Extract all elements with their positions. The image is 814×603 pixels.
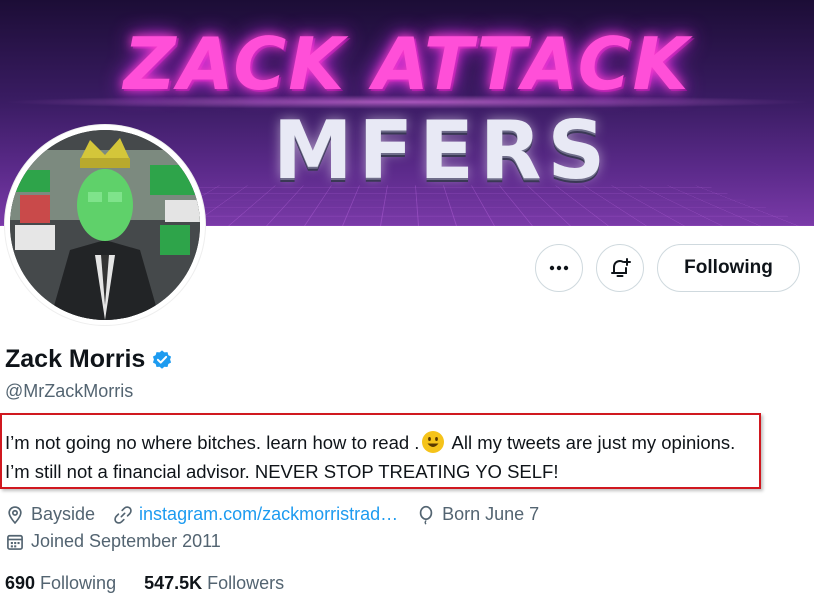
follow-stats: 690 Following 547.5K Followers	[5, 573, 284, 594]
following-stat-label: Following	[40, 573, 117, 593]
display-name: Zack Morris	[5, 345, 146, 373]
balloon-icon	[419, 505, 433, 525]
following-stat[interactable]: 690 Following	[5, 573, 116, 594]
location: Bayside	[5, 504, 95, 525]
join-date: Joined September 2011	[5, 531, 221, 552]
followers-stat[interactable]: 547.5K Followers	[144, 573, 284, 594]
smiley-emoji-icon	[422, 431, 445, 453]
user-handle: @MrZackMorris	[5, 381, 134, 401]
join-date-text: Joined September 2011	[31, 531, 221, 551]
profile-meta-row-2: Joined September 2011	[5, 531, 239, 552]
location-text: Bayside	[31, 504, 96, 524]
followers-stat-label: Followers	[207, 573, 285, 593]
following-count: 690	[5, 573, 36, 593]
more-icon	[549, 265, 569, 271]
location-icon	[8, 505, 22, 524]
avatar-image	[10, 130, 200, 320]
calendar-icon	[7, 534, 23, 550]
bio: I’m not going no where bitches. learn ho…	[5, 428, 757, 486]
bio-text-part1: I’m not going no where bitches. learn ho…	[5, 432, 420, 453]
notification-bell-icon	[611, 258, 631, 277]
profile-meta-row: Bayside instagram.com/zackmorristrad… Bo…	[5, 504, 557, 525]
avatar[interactable]	[5, 125, 205, 325]
website[interactable]: instagram.com/zackmorristrad…	[113, 504, 398, 525]
birthday: Born June 7	[416, 504, 539, 525]
more-button[interactable]	[535, 244, 583, 292]
notifications-button[interactable]	[596, 244, 644, 292]
banner-title-line1: ZACK ATTACK	[123, 22, 691, 106]
followers-count: 547.5K	[144, 573, 203, 593]
link-icon	[114, 505, 132, 524]
name-row: Zack Morris	[5, 345, 173, 374]
website-link[interactable]: instagram.com/zackmorristrad…	[139, 504, 398, 525]
verified-badge-icon[interactable]	[151, 349, 173, 371]
following-button[interactable]: Following	[657, 244, 800, 292]
birthday-text: Born June 7	[442, 504, 540, 524]
